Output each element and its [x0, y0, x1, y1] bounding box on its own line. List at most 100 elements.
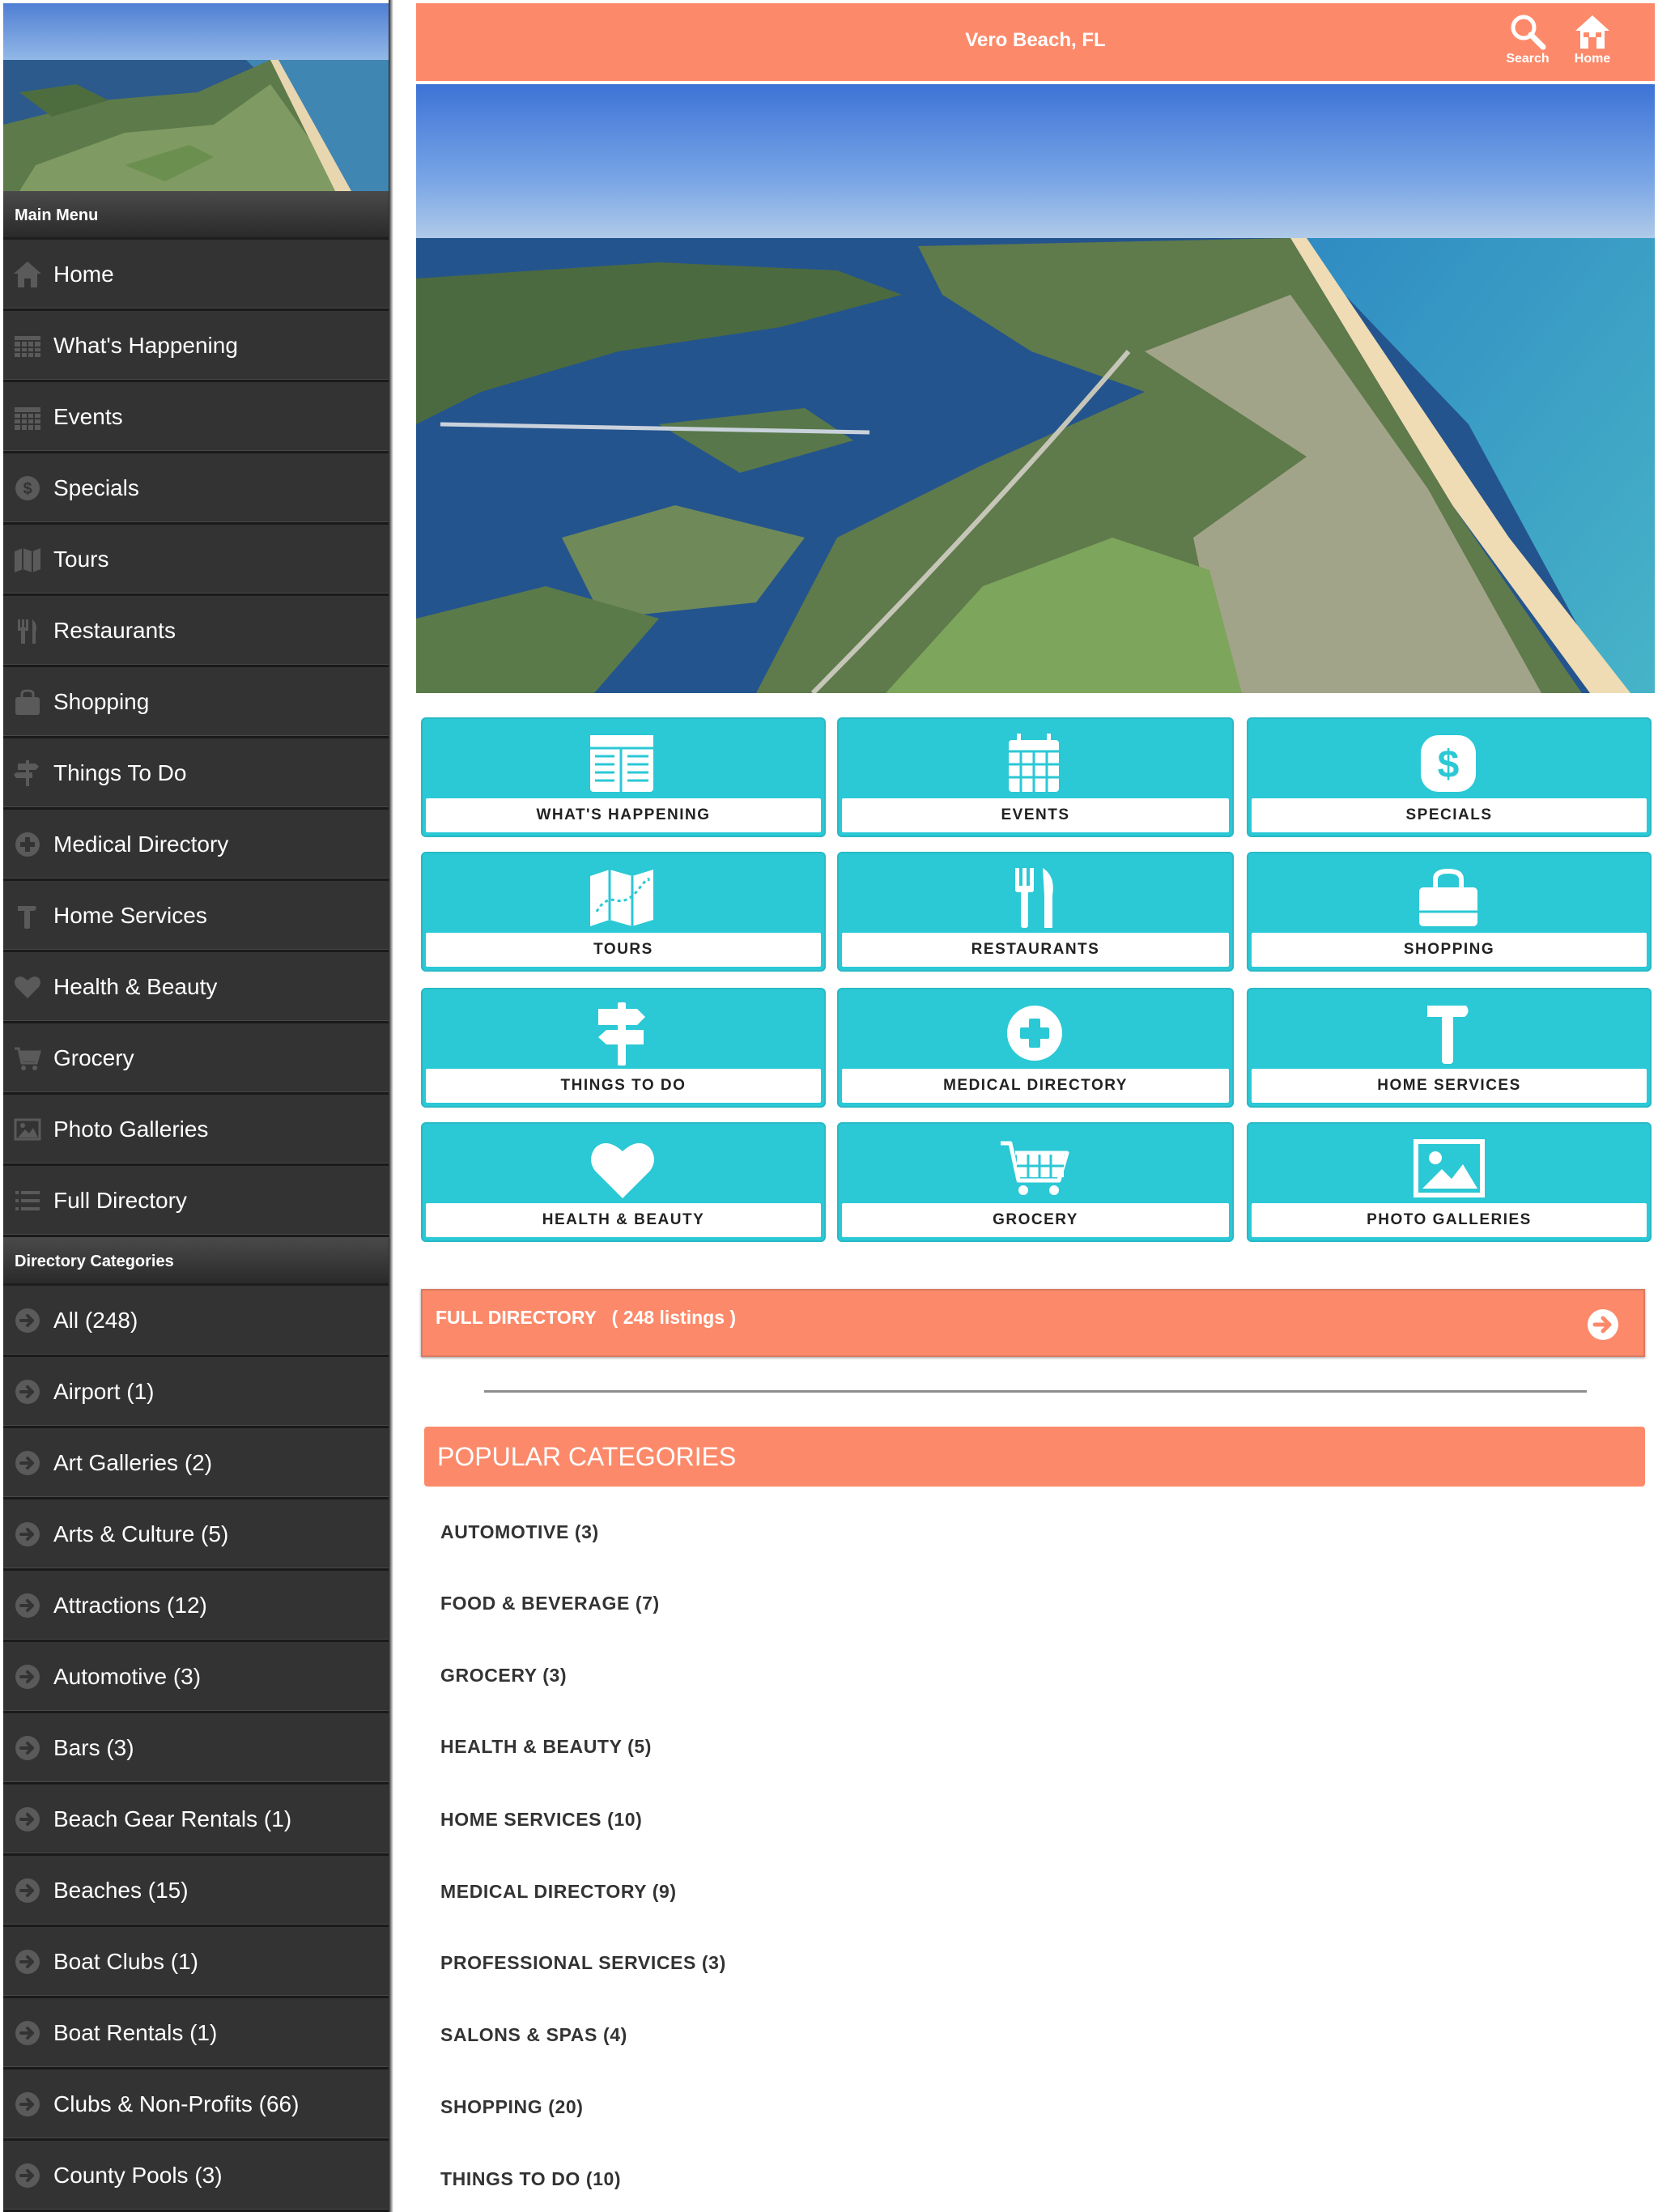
- popular-category-link[interactable]: HOME SERVICES (10): [440, 1803, 642, 1836]
- category-item-label: Airport (1): [53, 1378, 155, 1404]
- tile-label: GROCERY: [842, 1203, 1229, 1237]
- category-item-arts-and-culture-5[interactable]: Arts & Culture (5): [3, 1499, 389, 1571]
- popular-category-link[interactable]: SHOPPING (20): [440, 2091, 584, 2123]
- sidebar-panel: Main Menu Home What's Happening Events $ Spe…: [3, 3, 389, 2212]
- dollar-icon: $: [3, 453, 52, 524]
- sidebar-item-health-and-beauty[interactable]: Health & Beauty: [3, 952, 389, 1023]
- list-icon: [3, 1165, 52, 1236]
- popular-category-link[interactable]: GROCERY (3): [440, 1659, 567, 1691]
- sidebar-item-label: Events: [53, 403, 123, 429]
- category-item-label: All (248): [53, 1307, 138, 1333]
- category-item-label: Boat Rentals (1): [53, 2019, 218, 2045]
- tile-things-to-do[interactable]: THINGS TO DO: [421, 988, 826, 1108]
- category-item-label: Art Galleries (2): [53, 1449, 213, 1475]
- arrow-circle-icon: [3, 1641, 52, 1712]
- popular-category-link[interactable]: AUTOMOTIVE (3): [440, 1516, 599, 1548]
- popular-category-link[interactable]: FOOD & BEVERAGE (7): [440, 1587, 660, 1619]
- arrow-circle-icon: [3, 1356, 52, 1427]
- tile-home-services[interactable]: HOME SERVICES: [1247, 988, 1652, 1108]
- popular-category-link[interactable]: SALONS & SPAS (4): [440, 2018, 627, 2051]
- arrow-circle-icon: [3, 1285, 52, 1356]
- category-item-clubs-and-non-profits-66[interactable]: Clubs & Non-Profits (66): [3, 2069, 389, 2141]
- category-item-beach-gear-rentals-1[interactable]: Beach Gear Rentals (1): [3, 1784, 389, 1856]
- popular-category-link[interactable]: MEDICAL DIRECTORY (9): [440, 1875, 677, 1908]
- tile-specials[interactable]: $ SPECIALS: [1247, 717, 1652, 837]
- arrow-right-circle-icon: [1588, 1309, 1618, 1340]
- full-directory-button[interactable]: FULL DIRECTORY ( 248 listings ): [421, 1289, 1645, 1357]
- category-item-label: Bars (3): [53, 1734, 134, 1760]
- utensils-icon: [3, 595, 52, 666]
- popular-category-link[interactable]: THINGS TO DO (10): [440, 2163, 621, 2195]
- section-divider: [484, 1390, 1587, 1393]
- sidebar-item-shopping[interactable]: Shopping: [3, 667, 389, 738]
- category-item-art-galleries-2[interactable]: Art Galleries (2): [3, 1428, 389, 1499]
- signpost-icon: [423, 1001, 824, 1069]
- sidebar-item-label: Specials: [53, 474, 139, 500]
- directory-categories-header: Directory Categories: [3, 1237, 389, 1286]
- tile-photo-galleries[interactable]: PHOTO GALLERIES: [1247, 1122, 1652, 1242]
- sidebar-item-home[interactable]: Home: [3, 240, 389, 311]
- popular-category-link[interactable]: HEALTH & BEAUTY (5): [440, 1730, 652, 1763]
- tile-label: TOURS: [426, 933, 821, 967]
- category-item-automotive-3[interactable]: Automotive (3): [3, 1642, 389, 1713]
- home-icon: [3, 239, 52, 310]
- category-item-label: County Pools (3): [53, 2162, 223, 2188]
- sidebar-item-restaurants[interactable]: Restaurants: [3, 596, 389, 667]
- category-item-bars-3[interactable]: Bars (3): [3, 1713, 389, 1784]
- sidebar-item-label: Restaurants: [53, 617, 176, 643]
- category-menu: All (248) Airport (1) Art Galleries (2) Art…: [3, 1286, 389, 2212]
- tile-health-and-beauty[interactable]: HEALTH & BEAUTY: [421, 1122, 826, 1242]
- sidebar-item-things-to-do[interactable]: Things To Do: [3, 738, 389, 810]
- app-root: Main Menu Home What's Happening Events $ Spe…: [0, 0, 1658, 2212]
- top-bar: Vero Beach, FL Search Home: [416, 3, 1655, 81]
- category-item-county-pools-3[interactable]: County Pools (3): [3, 2141, 389, 2212]
- calendar-icon: [3, 381, 52, 453]
- sidebar-item-tours[interactable]: Tours: [3, 525, 389, 596]
- signpost-icon: [3, 738, 52, 809]
- category-item-all-248[interactable]: All (248): [3, 1286, 389, 1357]
- svg-text:$: $: [23, 480, 32, 498]
- category-item-boat-rentals-1[interactable]: Boat Rentals (1): [3, 1998, 389, 2069]
- home-button[interactable]: Home: [1562, 13, 1622, 76]
- sidebar-item-events[interactable]: Events: [3, 382, 389, 453]
- sidebar-item-label: What's Happening: [53, 332, 238, 358]
- sidebar-edge: [389, 0, 416, 2212]
- tile-medical-directory[interactable]: MEDICAL DIRECTORY: [837, 988, 1234, 1108]
- map-icon: [423, 865, 824, 933]
- popular-category-link[interactable]: PROFESSIONAL SERVICES (3): [440, 1946, 726, 1979]
- category-item-label: Beach Gear Rentals (1): [53, 1806, 292, 1831]
- main-menu-header: Main Menu: [3, 191, 389, 240]
- tile-grocery[interactable]: GROCERY: [837, 1122, 1234, 1242]
- search-button[interactable]: Search: [1498, 13, 1558, 76]
- home-button-label: Home: [1574, 52, 1611, 66]
- category-item-boat-clubs-1[interactable]: Boat Clubs (1): [3, 1927, 389, 1998]
- sidebar-item-home-services[interactable]: Home Services: [3, 881, 389, 952]
- tile-label: EVENTS: [842, 798, 1229, 832]
- sidebar-aerial-photo: [3, 3, 389, 191]
- category-item-beaches-15[interactable]: Beaches (15): [3, 1856, 389, 1927]
- sidebar-item-photo-galleries[interactable]: Photo Galleries: [3, 1095, 389, 1166]
- sidebar-item-medical-directory[interactable]: Medical Directory: [3, 810, 389, 881]
- tile-label: PHOTO GALLERIES: [1252, 1203, 1647, 1237]
- sidebar-item-what-s-happening[interactable]: What's Happening: [3, 311, 389, 382]
- main-menu: Home What's Happening Events $ Specials Tours…: [3, 240, 389, 1237]
- tile-label: MEDICAL DIRECTORY: [842, 1069, 1229, 1103]
- tile-restaurants[interactable]: RESTAURANTS: [837, 852, 1234, 972]
- plus-circle-icon: [3, 809, 52, 880]
- sidebar-item-specials[interactable]: $ Specials: [3, 453, 389, 525]
- sidebar-item-label: Things To Do: [53, 759, 187, 785]
- tile-events[interactable]: EVENTS: [837, 717, 1234, 837]
- sidebar-item-full-directory[interactable]: Full Directory: [3, 1166, 389, 1237]
- category-item-attractions-12[interactable]: Attractions (12): [3, 1571, 389, 1642]
- heart-icon: [423, 1135, 824, 1203]
- arrow-circle-icon: [3, 1427, 52, 1499]
- picture-icon: [1248, 1135, 1650, 1203]
- sidebar-item-grocery[interactable]: Grocery: [3, 1023, 389, 1095]
- sidebar-item-label: Photo Galleries: [53, 1116, 209, 1142]
- tile-tours[interactable]: TOURS: [421, 852, 826, 972]
- category-item-airport-1[interactable]: Airport (1): [3, 1357, 389, 1428]
- sidebar-item-label: Grocery: [53, 1044, 134, 1070]
- utensils-icon: [839, 865, 1232, 933]
- tile-shopping[interactable]: SHOPPING: [1247, 852, 1652, 972]
- tile-what-s-happening[interactable]: WHAT'S HAPPENING: [421, 717, 826, 837]
